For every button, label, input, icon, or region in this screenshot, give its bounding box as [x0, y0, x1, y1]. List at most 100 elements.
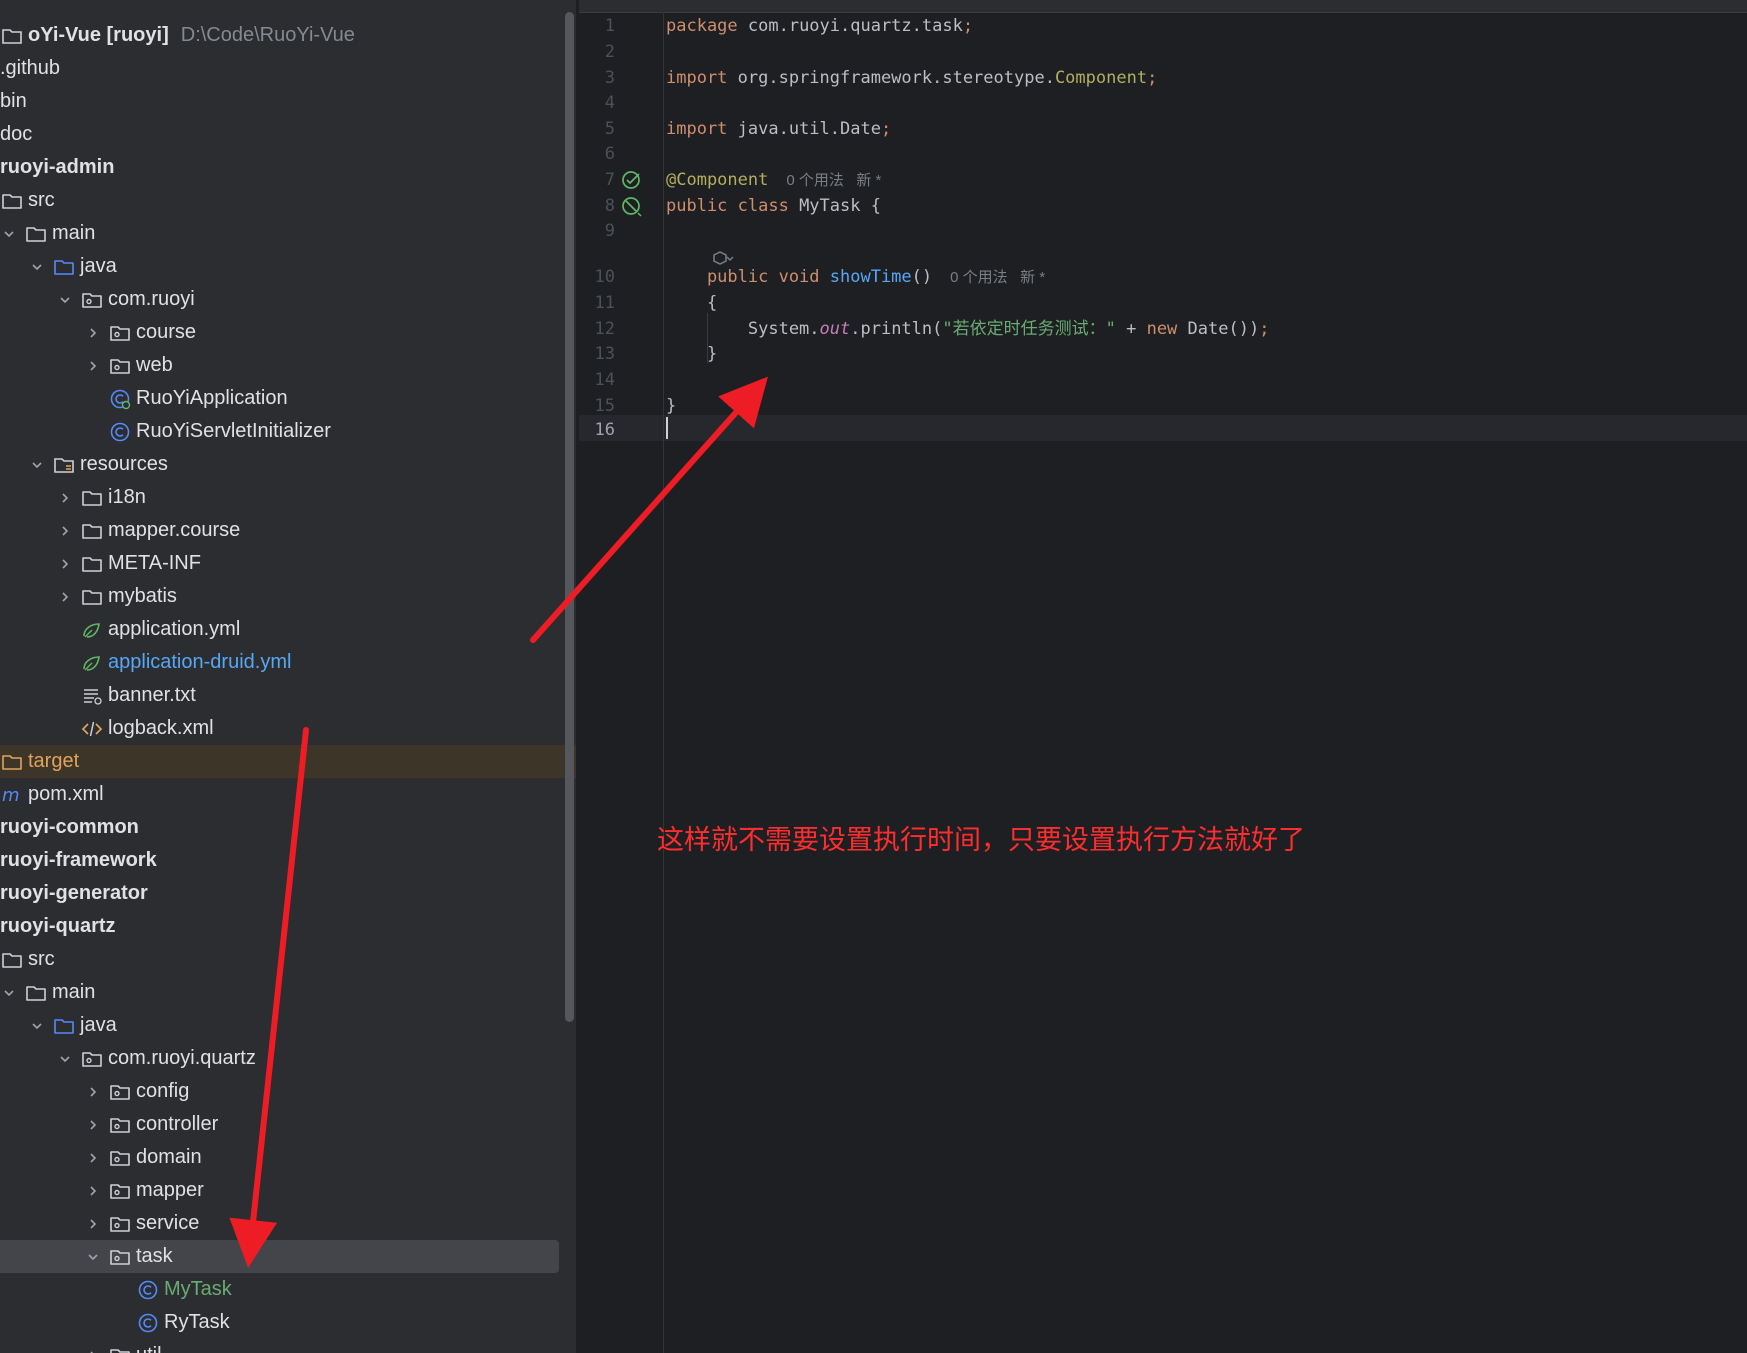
tree-item-src[interactable]: src	[0, 184, 560, 217]
tree-item-i18n[interactable]: i18n	[0, 481, 560, 514]
tree-item-main[interactable]: main	[0, 976, 560, 1009]
tree-item-mapper[interactable]: mapper	[0, 1174, 560, 1207]
code-line[interactable]: 10 public void showTime() 0 个用法 新 *	[579, 264, 1747, 290]
chevron-right-icon[interactable]	[84, 316, 102, 349]
line-number[interactable]: 2	[579, 39, 615, 65]
chevron-right-icon[interactable]	[56, 580, 74, 613]
tree-item-util[interactable]: util	[0, 1339, 560, 1353]
tree-item-ruoyiapplication[interactable]: RuoYiApplication	[0, 382, 560, 415]
chevron-down-icon[interactable]	[56, 283, 74, 316]
chevron-right-icon[interactable]	[56, 514, 74, 547]
line-number[interactable]: 9	[579, 218, 615, 244]
tree-item-ruoyi-common[interactable]: ruoyi-common	[0, 811, 560, 844]
chevron-right-icon[interactable]	[84, 1141, 102, 1174]
tree-item-com-ruoyi-quartz[interactable]: com.ruoyi.quartz	[0, 1042, 560, 1075]
chevron-right-icon[interactable]	[84, 1075, 102, 1108]
chevron-right-icon[interactable]	[56, 547, 74, 580]
code-line[interactable]: 4	[579, 90, 1747, 116]
tree-item-logback-xml[interactable]: logback.xml	[0, 712, 560, 745]
chevron-down-icon[interactable]	[28, 1009, 46, 1042]
chevron-right-icon[interactable]	[56, 481, 74, 514]
usage-inlay-hint[interactable]: 0 个用法 新 *	[786, 172, 881, 189]
code-line[interactable]: 15}	[579, 393, 1747, 419]
chevron-down-icon[interactable]	[28, 250, 46, 283]
chevron-right-icon[interactable]	[84, 1174, 102, 1207]
tree-item-label: java	[80, 1014, 117, 1036]
tree-item-target[interactable]: target	[0, 745, 576, 778]
line-number[interactable]: 16	[579, 417, 615, 443]
tree-item-controller[interactable]: controller	[0, 1108, 560, 1141]
line-number[interactable]: 5	[579, 116, 615, 142]
tree-item-com-ruoyi[interactable]: com.ruoyi	[0, 283, 560, 316]
spring-bean-icon[interactable]	[619, 167, 645, 193]
chevron-down-icon[interactable]	[0, 976, 18, 1009]
line-number[interactable]: 7	[579, 167, 615, 193]
tree-item-src[interactable]: src	[0, 943, 560, 976]
tree-item-java[interactable]: java	[0, 250, 560, 283]
chevron-right-icon[interactable]	[84, 1207, 102, 1240]
tree-item-bin[interactable]: bin	[0, 85, 560, 118]
code-line[interactable]: 7 @Component 0 个用法 新 *	[579, 167, 1747, 193]
tree-item-meta-inf[interactable]: META-INF	[0, 547, 560, 580]
tree-item-application-yml[interactable]: application.yml	[0, 613, 560, 646]
code-line[interactable]: 8 public class MyTask {	[579, 193, 1747, 219]
code-line[interactable]: 1 package com.ruoyi.quartz.task;	[579, 13, 1747, 39]
line-number[interactable]: 1	[579, 13, 615, 39]
tree-item-mapper-course[interactable]: mapper.course	[0, 514, 560, 547]
code-line[interactable]: 6	[579, 141, 1747, 167]
project-tree-scrollbar[interactable]	[565, 12, 574, 1022]
tree-item-rytask[interactable]: RyTask	[0, 1306, 560, 1339]
tree-item-ruoyi-generator[interactable]: ruoyi-generator	[0, 877, 560, 910]
code-line[interactable]: 5 import java.util.Date;	[579, 116, 1747, 142]
tree-item-github[interactable]: .github	[0, 52, 560, 85]
tree-item-mybatis[interactable]: mybatis	[0, 580, 560, 613]
tree-item-ruoyi-admin[interactable]: ruoyi-admin	[0, 151, 560, 184]
code-editor[interactable]: 1 package com.ruoyi.quartz.task; 2 3 import …	[579, 0, 1747, 1353]
tree-item-web[interactable]: web	[0, 349, 560, 382]
chevron-right-icon[interactable]	[84, 1108, 102, 1141]
line-number[interactable]: 12	[579, 316, 615, 342]
chevron-down-icon[interactable]	[0, 217, 18, 250]
tree-item-ruoyi-framework[interactable]: ruoyi-framework	[0, 844, 560, 877]
code-line[interactable]: 2	[579, 39, 1747, 65]
usage-inlay-hint[interactable]: 0 个用法 新 *	[950, 269, 1045, 286]
line-number[interactable]: 14	[579, 367, 615, 393]
chevron-right-icon[interactable]	[84, 349, 102, 382]
line-number[interactable]: 6	[579, 141, 615, 167]
code-line[interactable]: 14	[579, 367, 1747, 393]
tree-item-pom-xml[interactable]: m pom.xml	[0, 778, 560, 811]
code-line[interactable]: 16	[579, 417, 1747, 443]
line-number[interactable]: 4	[579, 90, 615, 116]
line-number[interactable]: 8	[579, 193, 615, 219]
tree-item-resources[interactable]: resources	[0, 448, 560, 481]
line-number[interactable]: 15	[579, 393, 615, 419]
tree-item-ruoyiservletinitializer[interactable]: RuoYiServletInitializer	[0, 415, 560, 448]
line-number[interactable]: 13	[579, 341, 615, 367]
tree-item-doc[interactable]: doc	[0, 118, 560, 151]
tree-item-main[interactable]: main	[0, 217, 560, 250]
code-line[interactable]: 12 System.out.println("若依定时任务测试：" + new …	[579, 316, 1747, 342]
chevron-down-icon[interactable]	[28, 448, 46, 481]
tree-item-service[interactable]: service	[0, 1207, 560, 1240]
code-line[interactable]: 3 import org.springframework.stereotype.C…	[579, 65, 1747, 91]
tree-item-java[interactable]: java	[0, 1009, 560, 1042]
line-number[interactable]: 3	[579, 65, 615, 91]
chevron-right-icon[interactable]	[84, 1339, 102, 1353]
line-number[interactable]: 11	[579, 290, 615, 316]
code-line[interactable]: 13 }	[579, 341, 1747, 367]
tree-item-oyi-vue-ruoyi[interactable]: oYi-Vue [ruoyi] D:\Code\RuoYi-Vue	[0, 19, 560, 52]
no-bean-icon[interactable]	[619, 193, 645, 219]
tree-item-task[interactable]: task	[0, 1240, 559, 1273]
code-line[interactable]: 11 {	[579, 290, 1747, 316]
chevron-down-icon[interactable]	[84, 1240, 102, 1273]
tree-item-application-druid-yml[interactable]: application-druid.yml	[0, 646, 560, 679]
tree-item-domain[interactable]: domain	[0, 1141, 560, 1174]
line-number[interactable]: 10	[579, 264, 615, 290]
tree-item-course[interactable]: course	[0, 316, 560, 349]
tree-item-ruoyi-quartz[interactable]: ruoyi-quartz	[0, 910, 560, 943]
tree-item-mytask[interactable]: MyTask	[0, 1273, 560, 1306]
code-line[interactable]: 9	[579, 218, 1747, 244]
chevron-down-icon[interactable]	[56, 1042, 74, 1075]
tree-item-config[interactable]: config	[0, 1075, 560, 1108]
tree-item-banner-txt[interactable]: banner.txt	[0, 679, 560, 712]
